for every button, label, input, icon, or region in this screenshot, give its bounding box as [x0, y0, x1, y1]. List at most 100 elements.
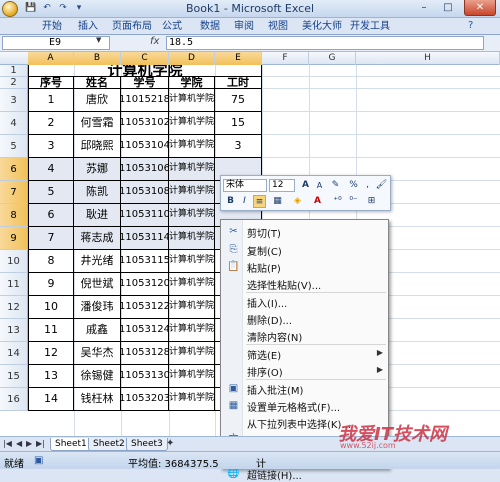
font-name-combo[interactable]: 宋体: [223, 179, 267, 192]
row-header-9[interactable]: 9: [0, 227, 28, 250]
table-cell[interactable]: 钱枉林: [74, 388, 121, 411]
table-cell[interactable]: 何雪霜: [74, 112, 121, 135]
last-sheet-icon[interactable]: ▶|: [36, 439, 45, 448]
row-header-1[interactable]: 1: [0, 65, 28, 77]
table-cell[interactable]: 计算机学院: [169, 227, 215, 250]
sheet-tab-1[interactable]: Sheet1: [50, 438, 92, 451]
next-sheet-icon[interactable]: ▶: [26, 439, 32, 448]
decrease-decimal-icon[interactable]: ⁰⁻: [347, 195, 360, 208]
table-cell[interactable]: 11053122: [121, 296, 169, 319]
table-header-cell[interactable]: 工时: [215, 77, 262, 89]
row-header-8[interactable]: 8: [0, 204, 28, 227]
table-cell[interactable]: 蒋志成: [74, 227, 121, 250]
name-box-dropdown-icon[interactable]: ▼: [96, 36, 101, 44]
table-cell[interactable]: 计算机学院: [169, 273, 215, 296]
fill-color-icon[interactable]: ◈: [291, 195, 304, 208]
table-cell[interactable]: 计算机学院: [169, 181, 215, 204]
row-header-11[interactable]: 11: [0, 273, 28, 296]
table-cell[interactable]: 75: [215, 89, 262, 112]
menu-item[interactable]: 📋 粘贴(P): [222, 258, 389, 275]
table-cell[interactable]: 11053203: [121, 388, 169, 411]
macro-record-icon[interactable]: ▣: [34, 455, 43, 466]
tab-formulas[interactable]: 公式: [158, 20, 186, 35]
row-header-14[interactable]: 14: [0, 342, 28, 365]
maximize-button[interactable]: □: [436, 0, 460, 16]
name-box[interactable]: E9: [2, 36, 110, 50]
row-header-2[interactable]: 2: [0, 77, 28, 89]
shrink-font-button[interactable]: A: [313, 179, 326, 192]
table-cell[interactable]: 计算机学院: [169, 342, 215, 365]
table-cell[interactable]: 9: [28, 273, 74, 296]
table-cell[interactable]: 12: [28, 342, 74, 365]
column-header-c[interactable]: C: [121, 52, 169, 65]
table-cell[interactable]: 11053104: [121, 135, 169, 158]
sheet-tab-2[interactable]: Sheet2: [88, 438, 130, 451]
table-header-cell[interactable]: 序号: [28, 77, 74, 89]
table-cell[interactable]: 计算机学院: [169, 135, 215, 158]
table-cell[interactable]: 8: [28, 250, 74, 273]
table-cell[interactable]: 11015218: [121, 89, 169, 112]
prev-sheet-icon[interactable]: ◀: [16, 439, 22, 448]
row-header-4[interactable]: 4: [0, 112, 28, 135]
table-cell[interactable]: 倪世斌: [74, 273, 121, 296]
tab-insert[interactable]: 插入: [74, 20, 102, 35]
row-header-5[interactable]: 5: [0, 135, 28, 158]
first-sheet-icon[interactable]: |◀: [3, 439, 12, 448]
table-cell[interactable]: 苏娜: [74, 158, 121, 181]
menu-item[interactable]: ▦ 设置单元格格式(F)...: [222, 397, 389, 414]
tab-page-layout[interactable]: 页面布局: [108, 20, 156, 35]
bold-button[interactable]: B: [224, 195, 237, 208]
menu-item[interactable]: ✂ 剪切(T): [222, 223, 389, 240]
table-cell[interactable]: 11: [28, 319, 74, 342]
menu-item[interactable]: 删除(D)...: [222, 310, 389, 327]
row-header-3[interactable]: 3: [0, 89, 28, 112]
column-header-f[interactable]: F: [262, 52, 309, 65]
table-cell[interactable]: 11053124: [121, 319, 169, 342]
table-cell[interactable]: 计算机学院: [169, 365, 215, 388]
table-title[interactable]: 计算机学院: [28, 65, 262, 77]
align-center-icon[interactable]: ≡: [253, 195, 266, 208]
table-cell[interactable]: 唐欣: [74, 89, 121, 112]
grow-font-button[interactable]: A: [299, 179, 312, 192]
table-cell[interactable]: 潘俊玮: [74, 296, 121, 319]
borders-icon[interactable]: ▦: [271, 195, 284, 208]
menu-item[interactable]: 排序(O) ▶: [222, 362, 389, 379]
table-cell[interactable]: 井光绪: [74, 250, 121, 273]
fx-icon[interactable]: fx: [150, 36, 159, 47]
paintbrush-icon[interactable]: 🖌: [375, 179, 388, 192]
column-header-e[interactable]: E: [215, 52, 262, 65]
menu-item[interactable]: 选择性粘贴(V)...: [222, 275, 389, 292]
sheet-tab-3[interactable]: Sheet3: [126, 438, 168, 451]
row-header-10[interactable]: 10: [0, 250, 28, 273]
font-size-combo[interactable]: 12: [269, 179, 295, 192]
format-painter-icon[interactable]: ✎: [329, 179, 342, 192]
merge-center-icon[interactable]: ⊞: [365, 195, 378, 208]
minimize-button[interactable]: –: [412, 0, 436, 16]
table-cell[interactable]: 计算机学院: [169, 158, 215, 181]
table-cell[interactable]: 计算机学院: [169, 204, 215, 227]
font-color-icon[interactable]: A: [311, 195, 324, 208]
row-header-13[interactable]: 13: [0, 319, 28, 342]
row-header-16[interactable]: 16: [0, 388, 28, 411]
table-cell[interactable]: 计算机学院: [169, 112, 215, 135]
menu-item[interactable]: ⎘ 复制(C): [222, 241, 389, 258]
table-cell[interactable]: 吴华杰: [74, 342, 121, 365]
table-cell[interactable]: 计算机学院: [169, 89, 215, 112]
insert-sheet-icon[interactable]: ✦: [166, 438, 174, 449]
table-cell[interactable]: 3: [28, 135, 74, 158]
table-cell[interactable]: 11053128: [121, 342, 169, 365]
table-header-cell[interactable]: 学院: [169, 77, 215, 89]
column-header-g[interactable]: G: [309, 52, 356, 65]
table-cell[interactable]: 耿进: [74, 204, 121, 227]
table-header-cell[interactable]: 姓名: [74, 77, 121, 89]
table-cell[interactable]: 7: [28, 227, 74, 250]
table-cell[interactable]: 5: [28, 181, 74, 204]
help-icon[interactable]: ?: [468, 20, 473, 31]
table-cell[interactable]: 6: [28, 204, 74, 227]
menu-item[interactable]: ▣ 插入批注(M): [222, 380, 389, 397]
tab-review[interactable]: 审阅: [230, 20, 258, 35]
table-cell[interactable]: 14: [28, 388, 74, 411]
table-cell[interactable]: 10: [28, 296, 74, 319]
tab-developer[interactable]: 开发工具: [346, 20, 394, 35]
increase-decimal-icon[interactable]: ⁺⁰: [331, 195, 344, 208]
